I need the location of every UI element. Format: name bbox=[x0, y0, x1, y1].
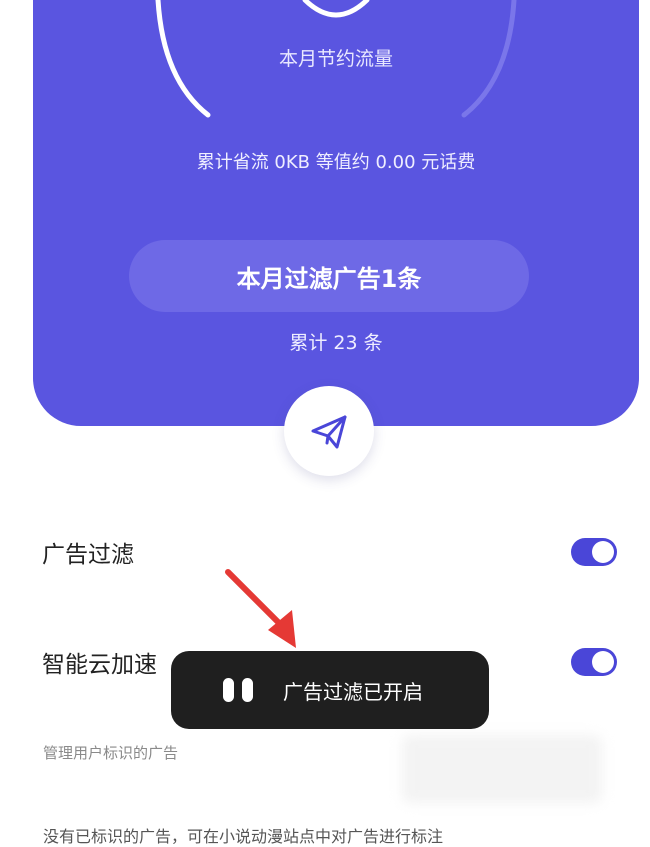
total-filtered-count: 累计 23 条 bbox=[289, 332, 383, 354]
setting-label-cloud-boost: 智能云加速 bbox=[42, 652, 157, 678]
share-button[interactable] bbox=[284, 386, 374, 476]
manage-ads-hint[interactable]: 管理用户标识的广告 bbox=[43, 742, 178, 763]
blurred-region bbox=[402, 735, 602, 803]
gauge-arc bbox=[155, 0, 517, 118]
toast-notification: 广告过滤已开启 bbox=[171, 651, 489, 729]
setting-row-ad-filter: 广告过滤 bbox=[42, 532, 617, 572]
setting-label-ad-filter: 广告过滤 bbox=[42, 542, 134, 568]
toggle-knob bbox=[592, 541, 614, 563]
total-saved-text: 累计省流 0KB 等值约 0.00 元话费 bbox=[196, 152, 476, 173]
monthly-saved-label: 本月节约流量 bbox=[278, 48, 393, 70]
pause-icon bbox=[223, 678, 253, 702]
toggle-knob bbox=[592, 651, 614, 673]
no-marked-ads-note: 没有已标识的广告，可在小说动漫站点中对广告进行标注 bbox=[43, 827, 444, 846]
paper-plane-icon bbox=[311, 415, 347, 449]
traffic-stats-card: 本月节约流量 累计省流 0KB 等值约 0.00 元话费 本月过滤广告1条 累计… bbox=[33, 0, 639, 426]
filtered-ads-button[interactable]: 本月过滤广告1条 bbox=[129, 240, 529, 312]
ad-filter-toggle[interactable] bbox=[571, 538, 617, 566]
cloud-boost-toggle[interactable] bbox=[571, 648, 617, 676]
toast-text: 广告过滤已开启 bbox=[283, 679, 423, 704]
